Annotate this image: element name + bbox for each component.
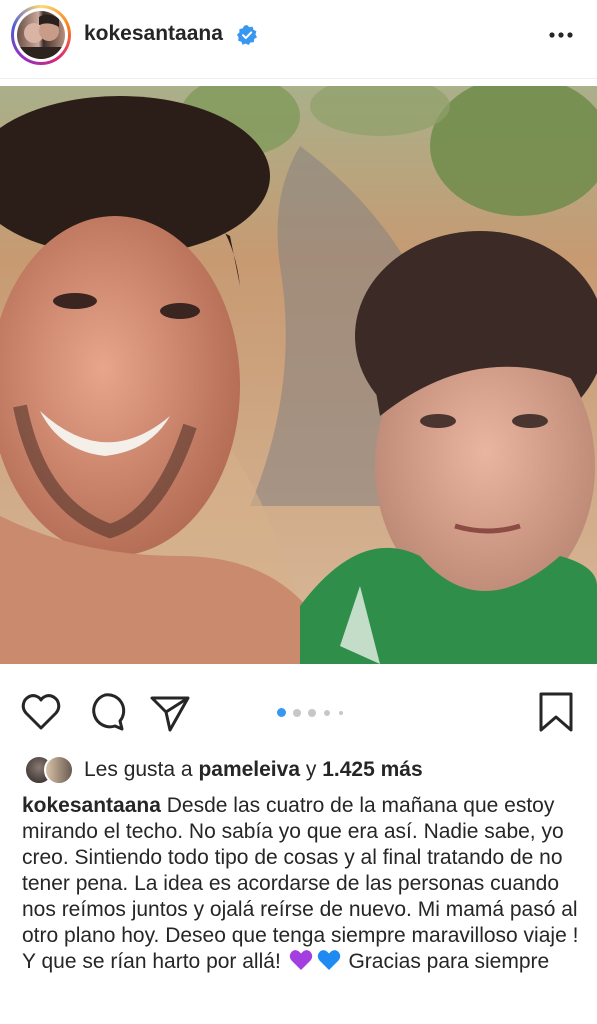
caption-username[interactable]: kokesantaana (22, 794, 161, 817)
username-link[interactable]: kokesantaana (84, 22, 223, 46)
liker-username[interactable]: pameleiva (198, 758, 300, 781)
post-photo[interactable] (0, 86, 597, 664)
carousel-dot (339, 711, 343, 715)
action-bar (0, 690, 597, 740)
more-options-icon[interactable] (547, 24, 575, 46)
bookmark-icon[interactable] (534, 690, 578, 734)
likes-summary[interactable]: Les gusta a pameleiva y 1.425 más (0, 752, 597, 786)
likes-text: Les gusta a pameleiva y 1.425 más (84, 758, 423, 782)
send-icon[interactable] (148, 690, 192, 734)
purple-heart-icon (289, 950, 312, 970)
likes-count[interactable]: 1.425 más (322, 758, 422, 781)
photo-image (0, 86, 597, 664)
blue-heart-icon (317, 950, 340, 970)
heart-icon[interactable] (19, 690, 63, 734)
avatar-image (17, 11, 65, 59)
caption-closing: Gracias para siempre (348, 950, 550, 973)
likes-connector: y (305, 758, 317, 781)
profile-avatar[interactable] (11, 5, 71, 65)
caption-text: Desde las cuatro de la mañana que estoy … (22, 794, 579, 973)
verified-badge-icon (237, 25, 257, 45)
carousel-dot (308, 709, 316, 717)
likes-prefix: Les gusta a (84, 758, 193, 781)
carousel-dot (293, 709, 301, 717)
carousel-dot-active (277, 708, 286, 717)
liker-avatar (44, 755, 74, 785)
comment-icon[interactable] (83, 690, 127, 734)
post-caption: kokesantaana Desde las cuatro de la maña… (22, 793, 582, 975)
carousel-dot (324, 710, 330, 716)
post-header: kokesantaana (0, 0, 597, 79)
